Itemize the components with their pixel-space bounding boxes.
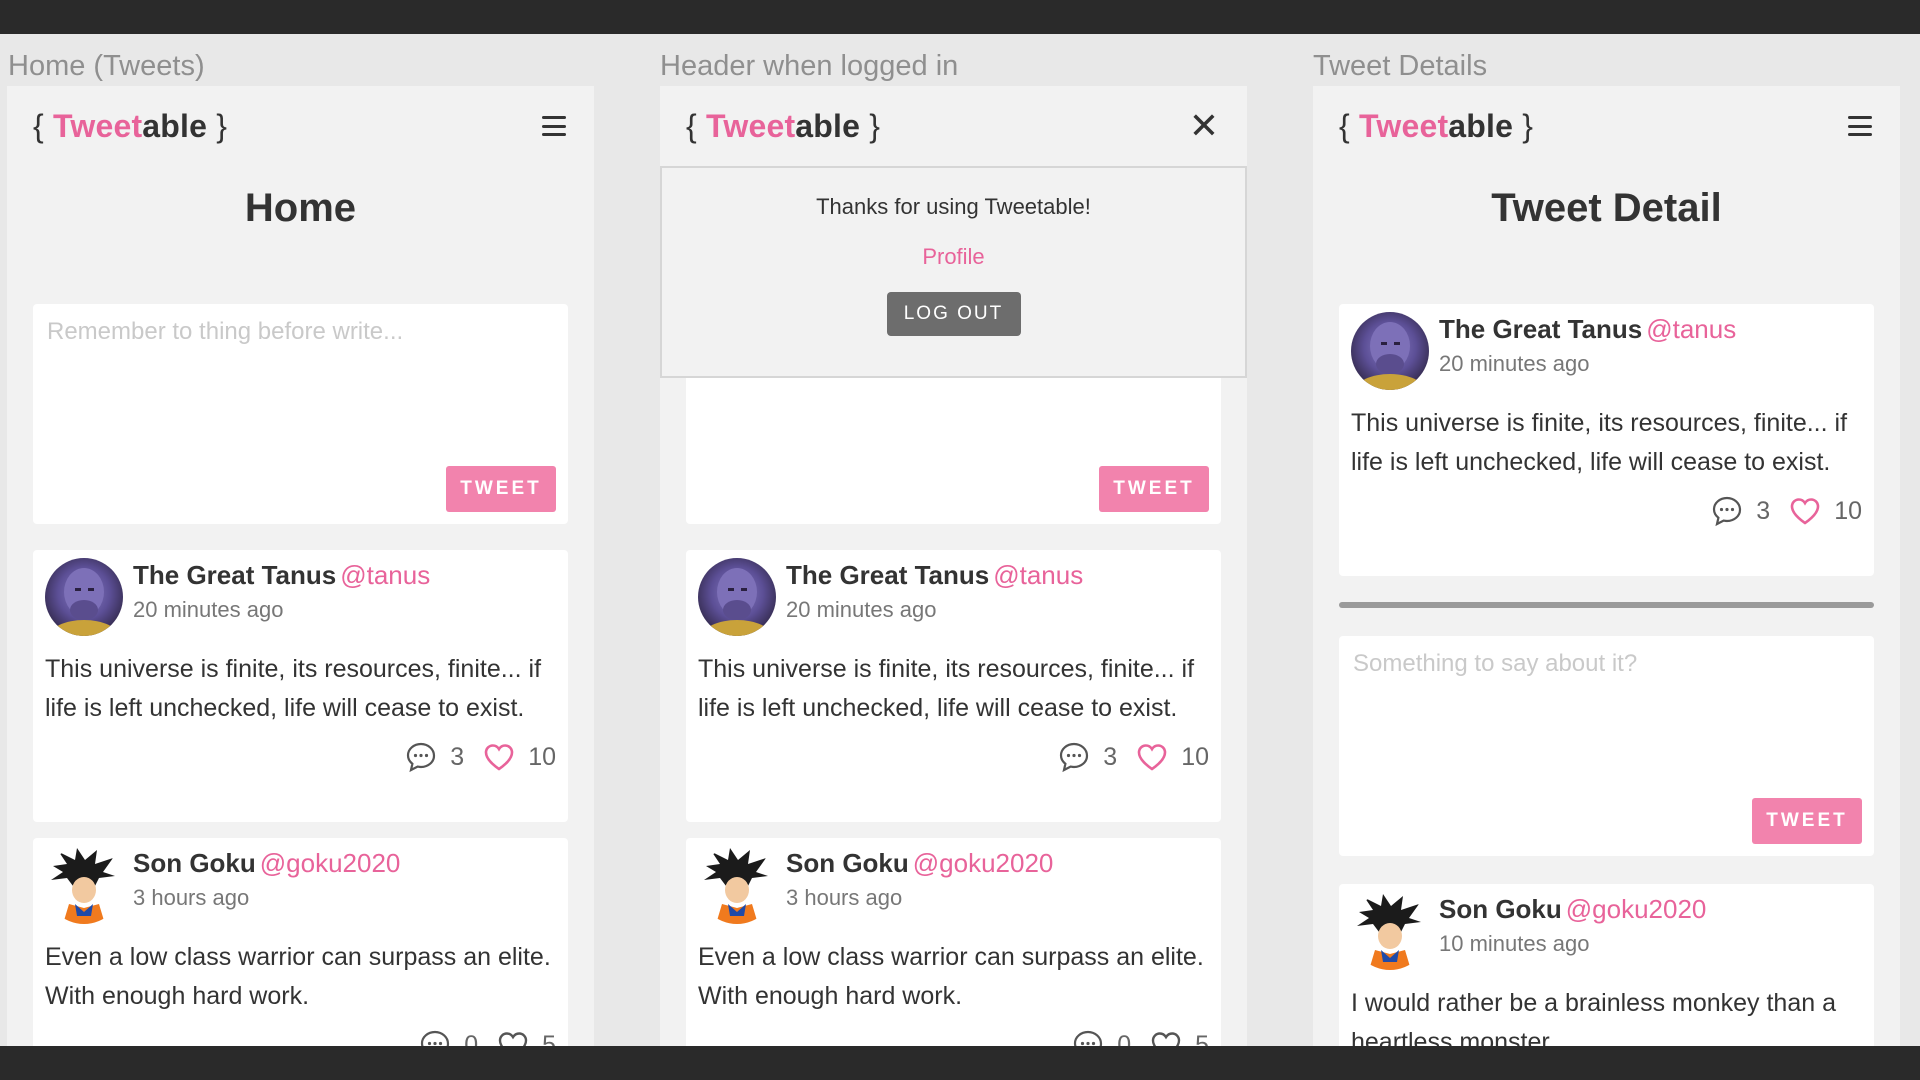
tweet-timestamp: 10 minutes ago: [1439, 931, 1590, 956]
tweet-body: This universe is finite, its resources, …: [45, 655, 542, 722]
page-title: Tweet Detail: [1491, 186, 1722, 230]
comment-count: 3: [1756, 496, 1771, 525]
composer-placeholder: Remember to thing before write...: [47, 318, 404, 345]
like-count: 10: [528, 742, 556, 771]
tweet-author-handle[interactable]: @goku2020: [1566, 894, 1707, 924]
frame-label-header: Header when logged in: [660, 50, 959, 82]
avatar[interactable]: [698, 558, 776, 636]
reply-card[interactable]: Son Goku @goku2020 10 minutes ago I would…: [1339, 884, 1874, 1046]
tweet-body: This universe is finite, its resources, …: [1351, 409, 1848, 476]
heart-icon[interactable]: [482, 740, 516, 774]
tweet-author-handle[interactable]: @tanus: [340, 560, 430, 590]
app-header: { Tweetable }: [7, 86, 594, 166]
comment-count: 0: [1117, 1030, 1132, 1047]
heart-icon[interactable]: [1135, 740, 1169, 774]
logout-button[interactable]: LOG OUT: [886, 292, 1021, 336]
like-count: 10: [1834, 496, 1862, 525]
bottom-bar: [0, 1046, 1920, 1080]
tweet-author-handle[interactable]: @tanus: [1646, 314, 1736, 344]
tweet-author-name[interactable]: The Great Tanus: [786, 560, 989, 590]
app-header: { Tweetable } ✕: [660, 86, 1247, 166]
logo[interactable]: { Tweetable }: [1339, 108, 1533, 145]
comment-icon[interactable]: [1057, 740, 1091, 774]
frame-label-detail: Tweet Details: [1313, 50, 1488, 82]
hamburger-menu-icon[interactable]: [1846, 112, 1874, 140]
tweet-author-handle[interactable]: @goku2020: [260, 848, 401, 878]
tweet-button[interactable]: TWEET: [446, 466, 556, 512]
avatar[interactable]: [698, 846, 776, 924]
reply-placeholder: Something to say about it?: [1353, 650, 1638, 677]
logo[interactable]: { Tweetable }: [33, 108, 227, 145]
comment-count: 3: [1103, 742, 1118, 771]
tweet-card[interactable]: The Great Tanus @tanus 20 minutes ago Thi…: [686, 550, 1221, 822]
comment-count: 3: [450, 742, 465, 771]
like-count: 10: [1181, 742, 1209, 771]
comment-icon[interactable]: [1710, 494, 1744, 528]
tweet-author-name[interactable]: Son Goku: [1439, 894, 1562, 924]
tweet-timestamp: 3 hours ago: [133, 885, 250, 910]
close-icon[interactable]: ✕: [1189, 108, 1219, 144]
avatar[interactable]: [1351, 892, 1429, 970]
tweet-card[interactable]: The Great Tanus @tanus 20 minutes ago Thi…: [33, 550, 568, 822]
section-divider: [1339, 602, 1874, 608]
comment-count: 0: [464, 1030, 479, 1047]
like-count: 5: [542, 1030, 556, 1047]
reply-composer[interactable]: Something to say about it? TWEET: [1339, 636, 1874, 856]
tweet-detail-card[interactable]: The Great Tanus @tanus 20 minutes ago Thi…: [1339, 304, 1874, 576]
tweet-card[interactable]: Son Goku @goku2020 3 hours ago Even a low…: [33, 838, 568, 1046]
tweet-timestamp: 20 minutes ago: [133, 597, 284, 622]
avatar[interactable]: [45, 846, 123, 924]
profile-link[interactable]: Profile: [922, 244, 984, 270]
avatar[interactable]: [45, 558, 123, 636]
avatar[interactable]: [1351, 312, 1429, 390]
header-logged-in-frame: { Tweetable } ✕ Thanks for using Tweetab…: [660, 86, 1247, 1046]
design-canvas: Home (Tweets) Header when logged in Twee…: [0, 34, 1920, 1046]
tweet-body: Even a low class warrior can surpass an …: [45, 943, 551, 1010]
comment-icon[interactable]: [1071, 1028, 1105, 1046]
hamburger-menu-icon[interactable]: [540, 112, 568, 140]
tweet-author-name[interactable]: The Great Tanus: [133, 560, 336, 590]
reply-tweet-button[interactable]: TWEET: [1752, 798, 1862, 844]
menu-thanks-text: Thanks for using Tweetable!: [816, 194, 1091, 219]
tweet-detail-frame: { Tweetable } Tweet Detail The Great Tan…: [1313, 86, 1900, 1046]
page-title: Home: [244, 186, 357, 230]
heart-icon[interactable]: [496, 1028, 530, 1046]
tweet-composer[interactable]: Remember to thing before write... TWEET: [33, 304, 568, 524]
tweet-card[interactable]: Son Goku @goku2020 3 hours ago Even a low…: [686, 838, 1221, 1046]
tweet-timestamp: 20 minutes ago: [1439, 351, 1590, 376]
tweet-button[interactable]: TWEET: [1099, 466, 1209, 512]
tweet-author-name[interactable]: Son Goku: [786, 848, 909, 878]
like-count: 5: [1195, 1030, 1209, 1047]
tweet-timestamp: 3 hours ago: [786, 885, 903, 910]
user-menu-dropdown: Thanks for using Tweetable! Profile LOG …: [660, 166, 1247, 378]
heart-icon[interactable]: [1149, 1028, 1183, 1046]
tweet-author-name[interactable]: Son Goku: [133, 848, 256, 878]
logo[interactable]: { Tweetable }: [686, 108, 880, 145]
tweet-body: I would rather be a brainless monkey tha…: [1351, 989, 1836, 1046]
tweet-body: Even a low class warrior can surpass an …: [698, 943, 1204, 1010]
heart-icon[interactable]: [1788, 494, 1822, 528]
tweet-timestamp: 20 minutes ago: [786, 597, 937, 622]
tweet-author-handle[interactable]: @goku2020: [913, 848, 1054, 878]
comment-icon[interactable]: [404, 740, 438, 774]
tweet-body: This universe is finite, its resources, …: [698, 655, 1195, 722]
frame-label-home: Home (Tweets): [8, 50, 205, 82]
tweet-author-name[interactable]: The Great Tanus: [1439, 314, 1642, 344]
home-frame: { Tweetable } Home Remember to thing bef…: [7, 86, 594, 1046]
app-header: { Tweetable }: [1313, 86, 1900, 166]
comment-icon[interactable]: [418, 1028, 452, 1046]
tweet-author-handle[interactable]: @tanus: [993, 560, 1083, 590]
